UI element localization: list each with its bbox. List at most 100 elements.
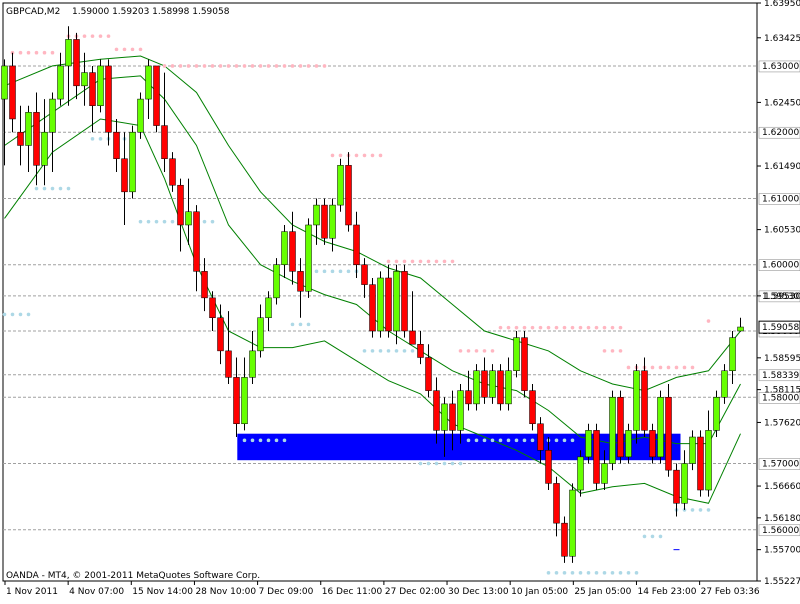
candle[interactable]: [193, 205, 200, 292]
candle[interactable]: [297, 258, 304, 318]
candle[interactable]: [513, 330, 520, 378]
candle-body-bull: [657, 397, 664, 458]
candle[interactable]: [281, 224, 288, 278]
candle[interactable]: [169, 152, 176, 192]
candle[interactable]: [321, 198, 328, 245]
candle-body-bear: [521, 337, 528, 391]
candle[interactable]: [25, 105, 32, 172]
candle[interactable]: [129, 125, 136, 199]
candle[interactable]: [113, 118, 120, 172]
candle[interactable]: [345, 152, 352, 232]
candle[interactable]: [249, 330, 256, 385]
candle[interactable]: [137, 92, 144, 139]
candle[interactable]: [225, 311, 232, 385]
candle[interactable]: [497, 364, 504, 411]
candle[interactable]: [233, 357, 240, 438]
candle[interactable]: [369, 277, 376, 338]
candle[interactable]: [689, 430, 696, 471]
candle[interactable]: [713, 390, 720, 438]
candle[interactable]: [241, 357, 248, 431]
candle[interactable]: [529, 384, 536, 431]
candle[interactable]: [401, 264, 408, 338]
candle[interactable]: [273, 258, 280, 305]
candle[interactable]: [377, 271, 384, 338]
candle[interactable]: [9, 52, 16, 133]
candle[interactable]: [553, 476, 560, 537]
resistance-dots-dot: [402, 259, 407, 264]
candle[interactable]: [305, 218, 312, 298]
candle[interactable]: [97, 59, 104, 113]
candle[interactable]: [617, 390, 624, 464]
candle[interactable]: [145, 59, 152, 119]
candle[interactable]: [89, 65, 96, 133]
candle[interactable]: [337, 158, 344, 212]
resistance-dots-dot: [250, 64, 255, 68]
y-tick-label: 1.57620: [764, 418, 800, 428]
resistance-dots-dot: [498, 325, 503, 330]
candle[interactable]: [121, 132, 128, 225]
candle[interactable]: [201, 258, 208, 312]
candle[interactable]: [209, 291, 216, 331]
candle[interactable]: [673, 463, 680, 517]
resistance-dots-dot: [530, 325, 535, 330]
resistance-dots-dot: [274, 64, 279, 68]
candle[interactable]: [177, 178, 184, 252]
candle[interactable]: [569, 483, 576, 563]
resistance-dots-dot: [514, 325, 519, 330]
candle[interactable]: [657, 390, 664, 464]
candle[interactable]: [417, 330, 424, 365]
candle[interactable]: [737, 317, 744, 332]
candle[interactable]: [505, 357, 512, 411]
candle[interactable]: [521, 330, 528, 398]
candle-body-bull: [681, 463, 688, 504]
candle[interactable]: [697, 430, 704, 497]
candle[interactable]: [265, 291, 272, 331]
candle-body-bull: [689, 436, 696, 464]
candle[interactable]: [681, 450, 688, 510]
candle[interactable]: [593, 423, 600, 491]
resistance-dots-dot: [442, 259, 447, 264]
support-dots-dot: [210, 219, 215, 224]
candle[interactable]: [425, 344, 432, 398]
candle[interactable]: [641, 357, 648, 438]
resistance-dots-dot: [506, 325, 511, 330]
candle[interactable]: [81, 52, 88, 106]
candle[interactable]: [257, 304, 264, 358]
candle[interactable]: [361, 258, 368, 298]
candle[interactable]: [393, 264, 400, 345]
price-chart[interactable]: 1.63000 1.62000 1.61000 1.60000 1.59530 1.590…: [0, 0, 800, 600]
x-tick-label: 27 Dec 02:00: [385, 587, 446, 597]
candle[interactable]: [217, 304, 224, 365]
support-dots-dot: [274, 438, 279, 443]
candle[interactable]: [721, 364, 728, 404]
candle[interactable]: [65, 26, 72, 106]
candle[interactable]: [665, 384, 672, 477]
candle[interactable]: [489, 364, 496, 404]
candle[interactable]: [49, 92, 56, 172]
candle[interactable]: [633, 364, 640, 444]
candle[interactable]: [161, 72, 168, 172]
support-dots-dot: [242, 438, 247, 443]
candle[interactable]: [185, 178, 192, 245]
candles[interactable]: [1, 26, 744, 563]
candle[interactable]: [17, 105, 24, 166]
candle[interactable]: [41, 99, 48, 186]
candle[interactable]: [473, 364, 480, 411]
candle[interactable]: [57, 52, 64, 106]
candle[interactable]: [561, 516, 568, 563]
support-dots-dot: [202, 219, 207, 224]
chart-area[interactable]: 1.63000 1.62000 1.61000 1.60000 1.59530 1.590…: [0, 0, 800, 600]
y-tick-label: 1.62450: [764, 98, 800, 108]
candle[interactable]: [353, 211, 360, 278]
candle[interactable]: [577, 450, 584, 497]
candle[interactable]: [73, 32, 80, 100]
candle[interactable]: [409, 291, 416, 345]
candle[interactable]: [729, 330, 736, 385]
candle[interactable]: [385, 264, 392, 338]
candle[interactable]: [705, 410, 712, 497]
resistance-dots-dot: [474, 349, 479, 353]
candle[interactable]: [481, 357, 488, 404]
candle[interactable]: [153, 65, 160, 133]
candle[interactable]: [609, 390, 616, 471]
candle[interactable]: [1, 59, 8, 166]
